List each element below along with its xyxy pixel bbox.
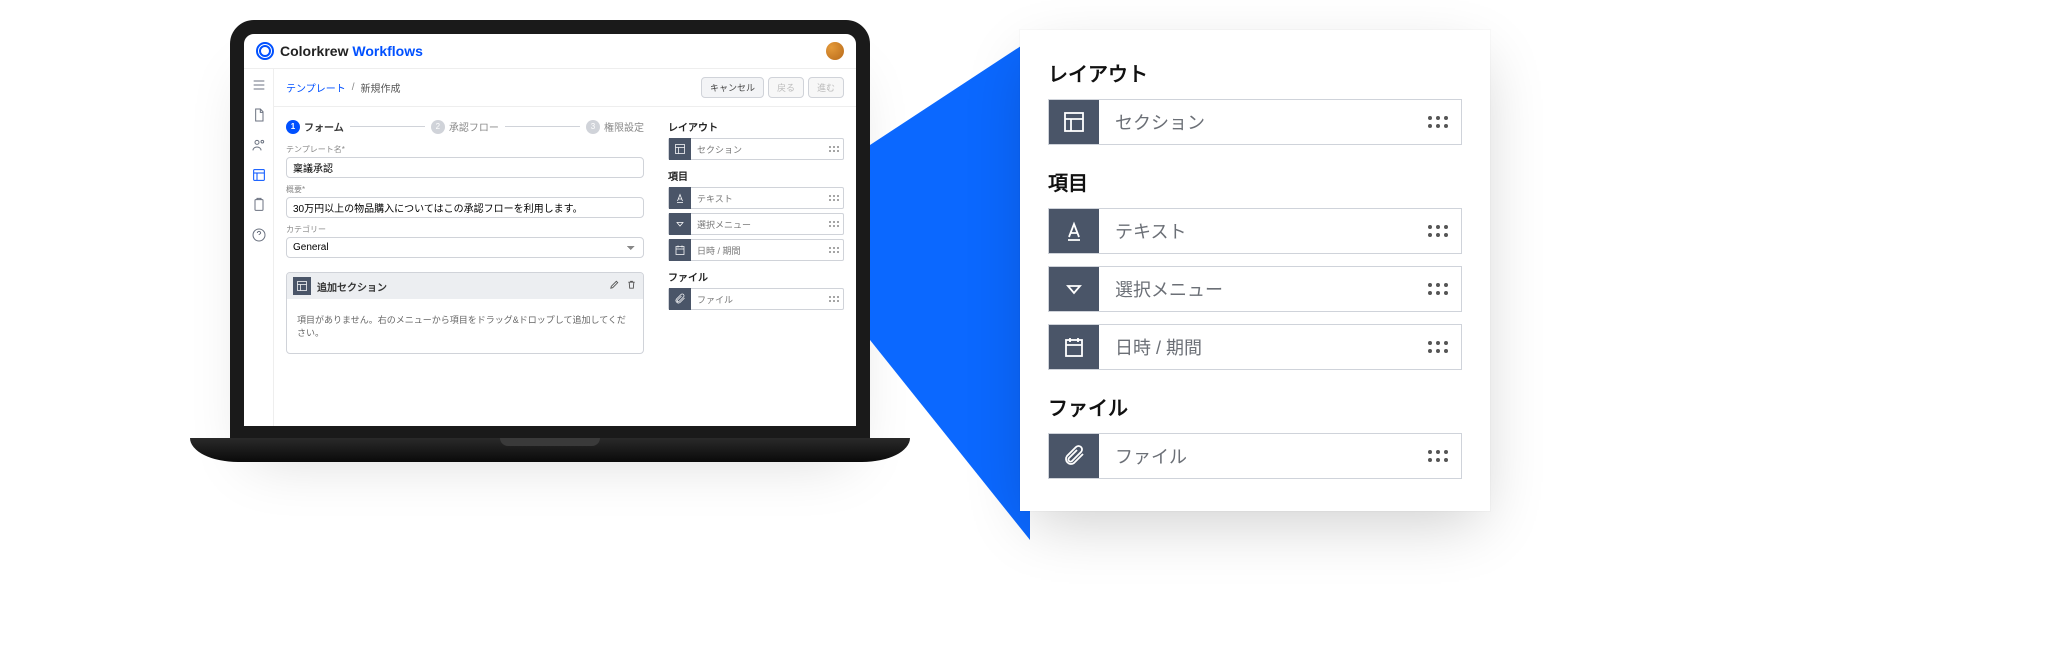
- clipboard-icon[interactable]: [251, 197, 267, 213]
- drag-handle-icon[interactable]: [825, 146, 843, 152]
- document-icon[interactable]: [251, 107, 267, 123]
- zoom-layout-title: レイアウト: [1048, 58, 1462, 87]
- form-column: 1フォーム 2承認フロー 3権限設定 テンプレート名*: [274, 107, 656, 426]
- drag-handle-icon[interactable]: [1415, 325, 1461, 369]
- edit-icon[interactable]: [609, 279, 620, 293]
- section-empty-text: 項目がありません。右のメニューから項目をドラッグ&ドロップして追加してください。: [287, 299, 643, 353]
- zoom-file-title: ファイル: [1048, 392, 1462, 421]
- cancel-button[interactable]: キャンセル: [701, 77, 764, 98]
- screen-bezel: Colorkrew Workflows テンプレート /: [230, 20, 870, 440]
- help-icon[interactable]: [251, 227, 267, 243]
- brand-logo-icon: [256, 42, 274, 60]
- side-rail: [244, 69, 274, 426]
- section-title: 追加セクション: [317, 279, 387, 294]
- back-button[interactable]: 戻る: [768, 77, 804, 98]
- category-select[interactable]: [286, 237, 644, 258]
- zoom-items-title: 項目: [1048, 167, 1462, 196]
- calendar-icon: [1049, 325, 1099, 369]
- zoom-datetime-tile[interactable]: 日時 / 期間: [1048, 324, 1462, 370]
- drag-handle-icon[interactable]: [825, 221, 843, 227]
- section-icon: [669, 138, 691, 160]
- zoom-items-group: 項目 テキスト 選択メニュー 日時 / 期間: [1048, 167, 1462, 370]
- palette-layout-group: レイアウト セクション: [668, 119, 844, 160]
- desc-label: 概要*: [286, 184, 644, 195]
- template-name-label: テンプレート名*: [286, 144, 644, 155]
- brand: Colorkrew Workflows: [256, 42, 423, 60]
- calendar-icon: [669, 239, 691, 261]
- template-name-field: テンプレート名*: [286, 144, 644, 178]
- palette-items-group: 項目 テキスト 選択メニュー: [668, 168, 844, 261]
- dropdown-icon: [669, 213, 691, 235]
- drag-handle-icon[interactable]: [1415, 209, 1461, 253]
- palette-text-tile[interactable]: テキスト: [668, 187, 844, 209]
- template-icon[interactable]: [251, 167, 267, 183]
- zoom-panel: レイアウト セクション 項目 テキスト 選択メニュー 日時 / 期間 ファイル: [1020, 30, 1490, 511]
- desc-field: 概要*: [286, 184, 644, 218]
- attachment-icon: [669, 288, 691, 310]
- text-icon: [1049, 209, 1099, 253]
- breadcrumb-link[interactable]: テンプレート: [286, 80, 346, 95]
- template-name-input[interactable]: [286, 157, 644, 178]
- section-icon: [1049, 100, 1099, 144]
- breadcrumb: テンプレート / 新規作成 キャンセル 戻る 進む: [274, 69, 856, 107]
- zoom-file-group: ファイル ファイル: [1048, 392, 1462, 479]
- category-label: カテゴリー: [286, 224, 644, 235]
- step-form[interactable]: 1フォーム: [286, 119, 344, 134]
- step-approval[interactable]: 2承認フロー: [431, 119, 499, 134]
- app-screen: Colorkrew Workflows テンプレート /: [244, 34, 856, 426]
- desc-input[interactable]: [286, 197, 644, 218]
- laptop-device: Colorkrew Workflows テンプレート /: [220, 20, 880, 490]
- next-button[interactable]: 進む: [808, 77, 844, 98]
- brand-text-b: Workflows: [352, 43, 423, 59]
- section-icon: [293, 277, 311, 295]
- palette-section-tile[interactable]: セクション: [668, 138, 844, 160]
- palette-select-tile[interactable]: 選択メニュー: [668, 213, 844, 235]
- zoom-file-tile[interactable]: ファイル: [1048, 433, 1462, 479]
- palette-file-tile[interactable]: ファイル: [668, 288, 844, 310]
- delete-icon[interactable]: [626, 279, 637, 293]
- drag-handle-icon[interactable]: [1415, 100, 1461, 144]
- palette-file-group: ファイル ファイル: [668, 269, 844, 310]
- attachment-icon: [1049, 434, 1099, 478]
- avatar[interactable]: [826, 42, 844, 60]
- topbar: Colorkrew Workflows: [244, 34, 856, 69]
- users-icon[interactable]: [251, 137, 267, 153]
- zoom-select-tile[interactable]: 選択メニュー: [1048, 266, 1462, 312]
- drag-handle-icon[interactable]: [825, 296, 843, 302]
- drag-handle-icon[interactable]: [825, 247, 843, 253]
- zoom-connector: [870, 40, 1030, 540]
- palette-column: レイアウト セクション 項目: [656, 107, 856, 426]
- step-permission[interactable]: 3権限設定: [586, 119, 644, 134]
- form-section: 追加セクション 項目がありません。右のメニューから項目をドラッグ&ドロップして追…: [286, 272, 644, 354]
- palette-datetime-tile[interactable]: 日時 / 期間: [668, 239, 844, 261]
- brand-text-a: Colorkrew: [280, 43, 348, 59]
- zoom-layout-group: レイアウト セクション: [1048, 58, 1462, 145]
- menu-icon[interactable]: [251, 77, 267, 93]
- drag-handle-icon[interactable]: [825, 195, 843, 201]
- zoom-section-tile[interactable]: セクション: [1048, 99, 1462, 145]
- dropdown-icon: [1049, 267, 1099, 311]
- palette-file-title: ファイル: [668, 269, 844, 284]
- drag-handle-icon[interactable]: [1415, 267, 1461, 311]
- main-area: テンプレート / 新規作成 キャンセル 戻る 進む 1フォーム: [274, 69, 856, 426]
- text-icon: [669, 187, 691, 209]
- drag-handle-icon[interactable]: [1415, 434, 1461, 478]
- category-field: カテゴリー: [286, 224, 644, 258]
- stepper: 1フォーム 2承認フロー 3権限設定: [286, 119, 644, 134]
- breadcrumb-sep: /: [352, 82, 355, 93]
- zoom-text-tile[interactable]: テキスト: [1048, 208, 1462, 254]
- breadcrumb-current: 新規作成: [360, 80, 400, 95]
- laptop-base: [190, 438, 910, 462]
- palette-layout-title: レイアウト: [668, 119, 844, 134]
- palette-items-title: 項目: [668, 168, 844, 183]
